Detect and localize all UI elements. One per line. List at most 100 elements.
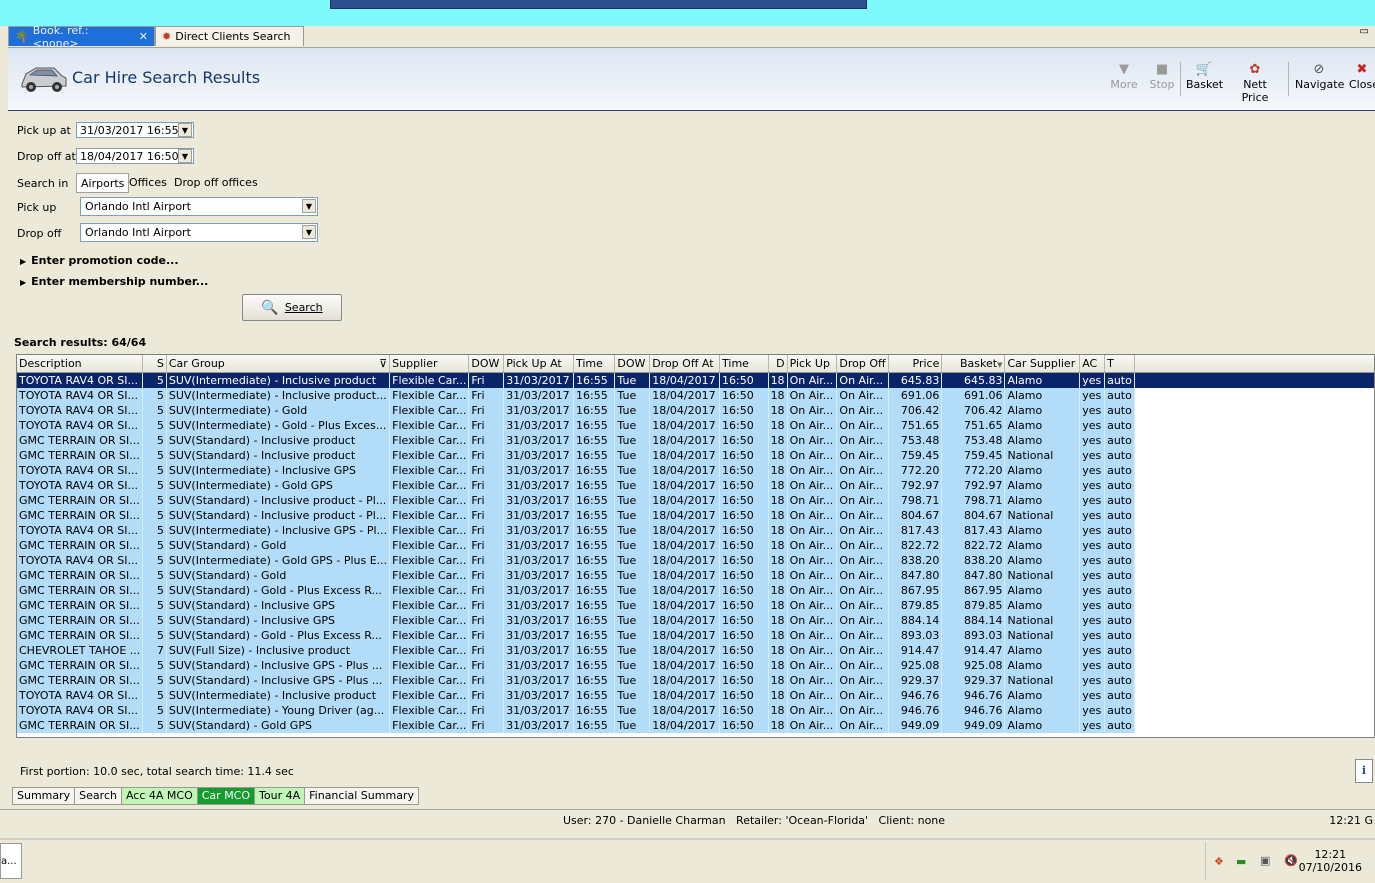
table-cell: National [1004,448,1081,463]
volume-muted-icon[interactable]: 🔇 [1284,854,1298,867]
table-row[interactable]: TOYOTA RAV4 OR SI... 5 SUV(Intermediate) -… [17,463,1374,478]
column-header-pickup[interactable]: Pick Up [787,355,838,373]
column-header-price[interactable]: Price [888,355,943,373]
table-row[interactable]: TOYOTA RAV4 OR SI... 5 SUV(Intermediate) -… [17,478,1374,493]
table-row[interactable]: GMC TERRAIN OR SI... 5 SUV(Standard) - Gol… [17,718,1374,733]
column-header-description[interactable]: Description [17,355,144,373]
tab-summary[interactable]: Summary [12,787,76,805]
table-cell: 5 [142,718,167,733]
column-header-pickup-at[interactable]: Pick Up At [503,355,574,373]
pickup-at-field[interactable]: 31/03/2017 16:55 [76,122,194,138]
table-row[interactable]: GMC TERRAIN OR SI... 5 SUV(Standard) - Inc… [17,493,1374,508]
info-icon[interactable]: i [1355,759,1373,783]
minimize-icon[interactable]: ▭ [1360,26,1369,37]
network-icon[interactable]: ▬ [1236,855,1246,868]
tab-search[interactable]: Search [74,787,122,805]
table-filler-cell [1134,688,1374,703]
column-header-days[interactable]: D [768,355,788,373]
column-header-car-group[interactable]: Car Group ⊽ [166,355,391,373]
table-cell: CHEVROLET TAHOE ... [17,643,144,658]
column-header-dow[interactable]: DOW [468,355,505,373]
basket-button[interactable]: 🛒 Basket [1186,62,1224,91]
navigate-button[interactable]: ⊘ Navigate [1295,62,1344,91]
table-row[interactable]: GMC TERRAIN OR SI... 5 SUV(Standard) - Gol… [17,538,1374,553]
stop-label: Stop [1149,78,1175,91]
table-cell: 18/04/2017 [649,508,721,523]
table-row[interactable]: TOYOTA RAV4 OR SI... 5 SUV(Intermediate) -… [17,703,1374,718]
table-row[interactable]: CHEVROLET TAHOE ... 7 SUV(Full Size) - Inc… [17,643,1374,658]
basket-label: Basket [1186,78,1224,91]
dropoff-at-field[interactable]: 18/04/2017 16:50 [76,148,194,164]
table-cell: 31/03/2017 [503,538,574,553]
nett-price-button[interactable]: ✿ Nett Price [1229,62,1281,104]
tab-acc-4a-mco[interactable]: Acc 4A MCO [120,787,198,805]
table-row[interactable]: GMC TERRAIN OR SI... 5 SUV(Standard) - Inc… [17,613,1374,628]
promotion-code-expander[interactable]: ▶ Enter promotion code... [20,254,179,267]
table-row[interactable]: GMC TERRAIN OR SI... 5 SUV(Standard) - Inc… [17,433,1374,448]
table-row[interactable]: TOYOTA RAV4 OR SI... 5 SUV(Intermediate) -… [17,553,1374,568]
membership-number-expander[interactable]: ▶ Enter membership number... [20,275,208,288]
windows-flag-icon[interactable]: ❖ [1214,855,1224,868]
table-cell: 18 [768,553,788,568]
close-tab-icon[interactable]: ✕ [139,30,148,43]
tab-tour-4a[interactable]: Tour 4A [254,787,306,805]
column-header-dropoff-at[interactable]: Drop Off At [649,355,721,373]
table-row[interactable]: GMC TERRAIN OR SI... 5 SUV(Standard) - Inc… [17,658,1374,673]
pickup-location-select[interactable]: Orlando Intl Airport [80,197,318,216]
table-row[interactable]: TOYOTA RAV4 OR SI... 5 SUV(Intermediate) -… [17,418,1374,433]
tab-direct-clients-search[interactable]: ✹ Direct Clients Search [155,26,304,46]
close-button[interactable]: ✖ Close [1349,62,1375,91]
stop-button[interactable]: ■ Stop [1148,62,1176,91]
table-cell: On Air... [836,643,889,658]
table-row[interactable]: TOYOTA RAV4 OR SI... 5 SUV(Intermediate) -… [17,372,1374,388]
table-cell: On Air... [836,418,889,433]
search-button[interactable]: 🔍 Search [242,294,342,321]
filter-icon[interactable]: ⊽ [379,357,387,370]
search-in-dropoff-offices[interactable]: Drop off offices [170,173,262,193]
dropoff-date-dropdown-icon[interactable]: ▼ [178,149,192,163]
column-header-transmission[interactable]: T [1104,355,1136,373]
tab-financial-summary[interactable]: Financial Summary [304,787,419,805]
table-cell: Alamo [1004,418,1081,433]
table-row[interactable]: TOYOTA RAV4 OR SI... 5 SUV(Intermediate) -… [17,688,1374,703]
table-cell: yes [1079,448,1106,463]
column-header-dropoff[interactable]: Drop Off [836,355,889,373]
table-row[interactable]: TOYOTA RAV4 OR SI... 5 SUV(Intermediate) -… [17,403,1374,418]
basket-header-label: Basket [959,357,998,370]
column-header-seats[interactable]: S [142,355,167,373]
tab-booking-ref[interactable]: 🌴 Book. ref.: <none> ✕ [8,24,155,50]
pickup-location-dropdown-icon[interactable]: ▼ [302,199,316,213]
search-in-airports[interactable]: Airports [76,173,130,193]
taskbar-item[interactable]: a... [0,843,22,879]
table-cell: Alamo [1004,493,1081,508]
taskbar-clock[interactable]: 12:21 07/10/2016 [1299,848,1362,874]
device-icon[interactable]: ▣ [1260,854,1270,867]
pickup-date-dropdown-icon[interactable]: ▼ [178,123,192,137]
table-row[interactable]: GMC TERRAIN OR SI... 5 SUV(Standard) - Inc… [17,673,1374,688]
column-header-supplier[interactable]: Supplier [389,355,470,373]
table-cell: Fri [468,418,505,433]
tab-car-mco[interactable]: Car MCO [196,787,256,805]
table-cell: 16:50 [719,403,769,418]
table-row[interactable]: GMC TERRAIN OR SI... 5 SUV(Standard) - Inc… [17,598,1374,613]
column-header-ac[interactable]: AC [1079,355,1106,373]
dropoff-location-dropdown-icon[interactable]: ▼ [302,225,316,239]
table-cell: SUV(Intermediate) - Inclusive product... [166,388,391,403]
column-header-pickup-time[interactable]: Time [573,355,616,373]
table-row[interactable]: GMC TERRAIN OR SI... 5 SUV(Standard) - Gol… [17,568,1374,583]
table-cell: 18 [768,613,788,628]
search-in-offices[interactable]: Offices [125,173,171,193]
table-row[interactable]: GMC TERRAIN OR SI... 5 SUV(Standard) - Gol… [17,583,1374,598]
dropoff-location-select[interactable]: Orlando Intl Airport [80,223,318,242]
table-row[interactable]: TOYOTA RAV4 OR SI... 5 SUV(Intermediate) -… [17,523,1374,538]
table-cell: auto [1104,718,1136,733]
column-header-dropoff-dow[interactable]: DOW [614,355,651,373]
table-row[interactable]: TOYOTA RAV4 OR SI... 5 SUV(Intermediate) -… [17,388,1374,403]
table-row[interactable]: GMC TERRAIN OR SI... 5 SUV(Standard) - Gol… [17,628,1374,643]
column-header-basket[interactable]: Basket▼ [941,355,1006,373]
more-button[interactable]: ▼ More [1110,62,1138,91]
column-header-car-supplier[interactable]: Car Supplier [1004,355,1081,373]
column-header-dropoff-time[interactable]: Time [719,355,769,373]
table-row[interactable]: GMC TERRAIN OR SI... 5 SUV(Standard) - Inc… [17,508,1374,523]
table-row[interactable]: GMC TERRAIN OR SI... 5 SUV(Standard) - Inc… [17,448,1374,463]
